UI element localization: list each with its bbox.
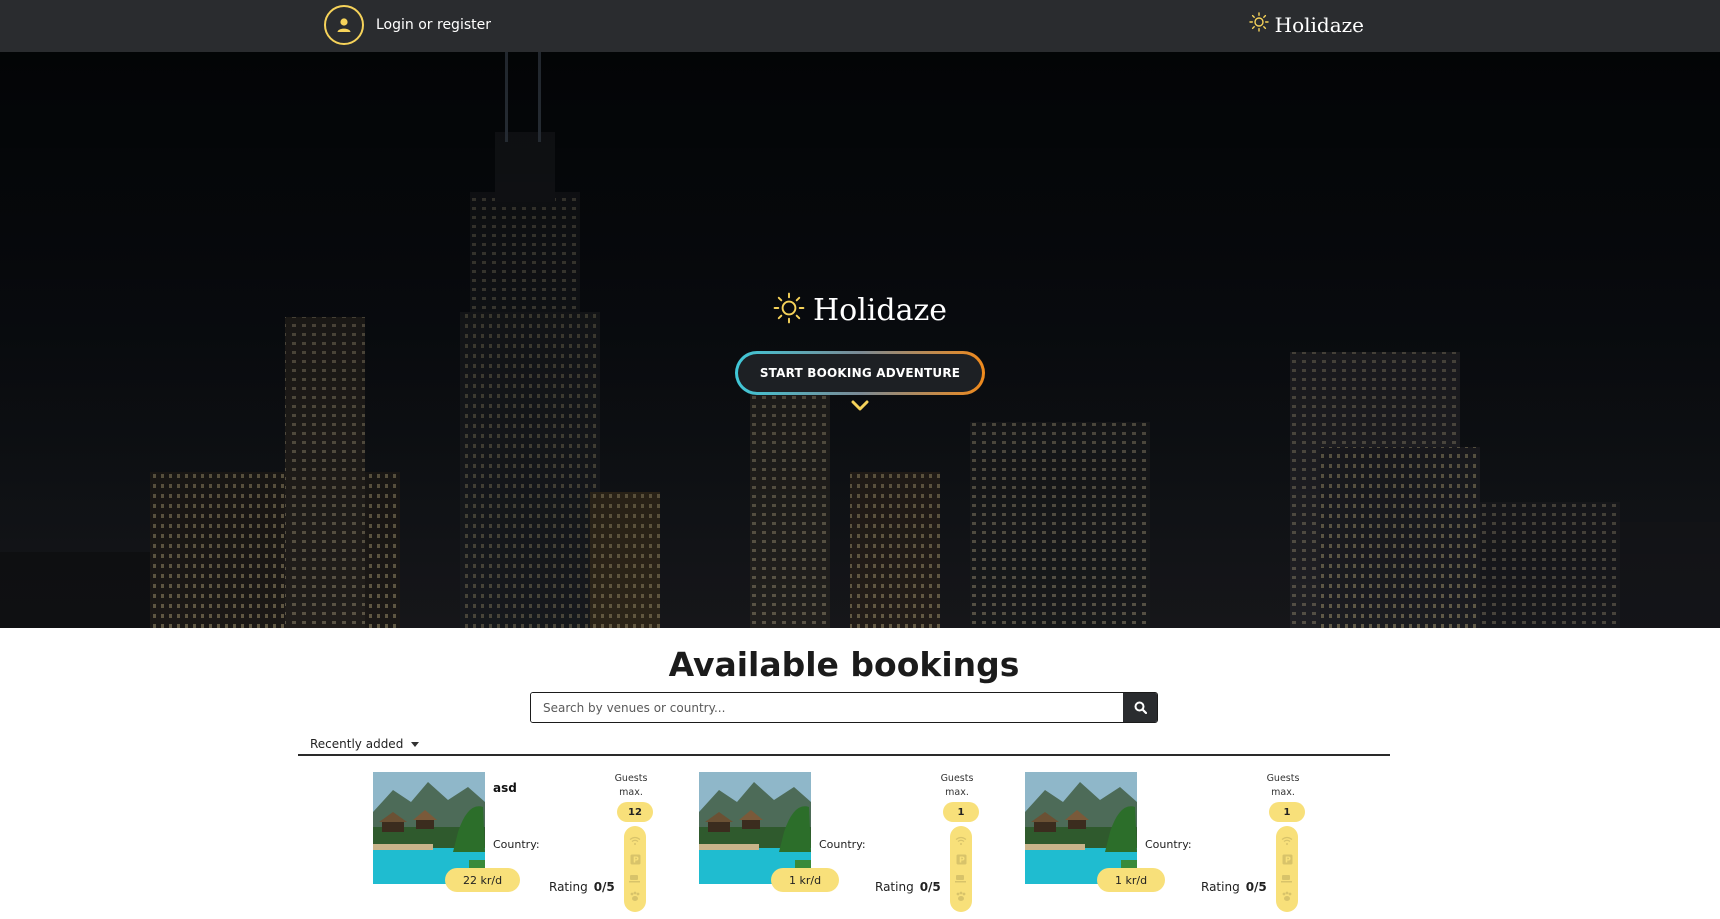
breakfast-icon <box>955 874 966 883</box>
user-icon[interactable] <box>324 5 364 45</box>
rating-value: 0/5 <box>919 880 941 894</box>
amenities-column: P <box>1276 826 1298 912</box>
divider <box>298 754 1390 756</box>
pets-icon <box>956 891 966 901</box>
parking-icon: P <box>956 854 966 865</box>
price-badge: 1 kr/d <box>771 868 840 892</box>
svg-text:P: P <box>1285 856 1291 865</box>
country-label: Country: <box>493 838 540 851</box>
search-button[interactable] <box>1123 693 1157 722</box>
search-input[interactable] <box>531 693 1123 722</box>
hero-banner: Holidaze START BOOKING ADVENTURE <box>0 52 1720 628</box>
rating-value: 0/5 <box>1245 880 1267 894</box>
rating-label: Rating <box>549 880 588 894</box>
search-icon <box>1134 701 1147 714</box>
cta-border: START BOOKING ADVENTURE <box>734 351 986 395</box>
guests-label-line1: Guests <box>614 773 648 784</box>
rating-value: 0/5 <box>593 880 615 894</box>
country-label: Country: <box>819 838 866 851</box>
amenities-column: P <box>624 826 646 912</box>
country-label: Country: <box>1145 838 1192 851</box>
brand-name-nav: Holidaze <box>1274 12 1364 37</box>
rating-label: Rating <box>1201 880 1240 894</box>
breakfast-icon <box>1281 874 1292 883</box>
guests-max-badge: 1 <box>943 802 979 822</box>
price-badge: 1 kr/d <box>1097 868 1166 892</box>
guests-label: Guests max. <box>937 772 977 800</box>
start-booking-button[interactable]: START BOOKING ADVENTURE <box>737 354 983 392</box>
sun-icon <box>1248 12 1269 37</box>
booking-card[interactable]: asd Country: 22 kr/d Rating 0/5 Guests max… <box>373 772 663 912</box>
brand-name-hero: Holidaze <box>812 293 948 328</box>
booking-card[interactable]: Country: 1 kr/d Rating 0/5 Guests max. 1 P <box>1025 772 1315 912</box>
breakfast-icon <box>629 874 640 883</box>
guests-max-badge: 12 <box>617 802 653 822</box>
sun-icon <box>773 292 805 329</box>
brand-logo-nav[interactable]: Holidaze <box>1248 12 1364 37</box>
parking-icon: P <box>1282 854 1292 865</box>
guests-label-line2: max. <box>1271 787 1295 798</box>
booking-card[interactable]: Country: 1 kr/d Rating 0/5 Guests max. 1 P <box>699 772 989 912</box>
price-badge: 22 kr/d <box>445 868 521 892</box>
brand-logo-hero: Holidaze <box>773 292 947 329</box>
guests-label-line2: max. <box>945 787 969 798</box>
guests-label-line1: Guests <box>1266 773 1300 784</box>
guests-max-badge: 1 <box>1269 802 1305 822</box>
wifi-icon <box>629 837 641 846</box>
pets-icon <box>1282 891 1292 901</box>
sort-label: Recently added <box>310 737 404 751</box>
pets-icon <box>630 891 640 901</box>
guests-label: Guests max. <box>611 772 651 800</box>
svg-text:P: P <box>959 856 965 865</box>
search-bar <box>530 692 1158 723</box>
rating: Rating 0/5 <box>875 880 941 894</box>
login-register-link[interactable]: Login or register <box>324 5 491 45</box>
wifi-icon <box>1281 837 1293 846</box>
sort-dropdown[interactable]: Recently added <box>310 737 420 751</box>
svg-text:P: P <box>633 856 639 865</box>
caret-down-icon <box>411 741 420 747</box>
parking-icon: P <box>630 854 640 865</box>
amenities-column: P <box>950 826 972 912</box>
hero-content: Holidaze START BOOKING ADVENTURE <box>0 292 1720 417</box>
guests-label-line2: max. <box>619 787 643 798</box>
top-nav: Login or register Holidaze <box>0 0 1720 52</box>
rating: Rating 0/5 <box>549 880 615 894</box>
guests-label: Guests max. <box>1263 772 1303 800</box>
rating: Rating 0/5 <box>1201 880 1267 894</box>
wifi-icon <box>955 837 967 846</box>
chevron-down-icon[interactable] <box>851 399 869 417</box>
login-register-label[interactable]: Login or register <box>376 17 491 33</box>
guests-label-line1: Guests <box>940 773 974 784</box>
page-title: Available bookings <box>668 645 1020 684</box>
venue-name[interactable]: asd <box>493 781 517 795</box>
rating-label: Rating <box>875 880 914 894</box>
